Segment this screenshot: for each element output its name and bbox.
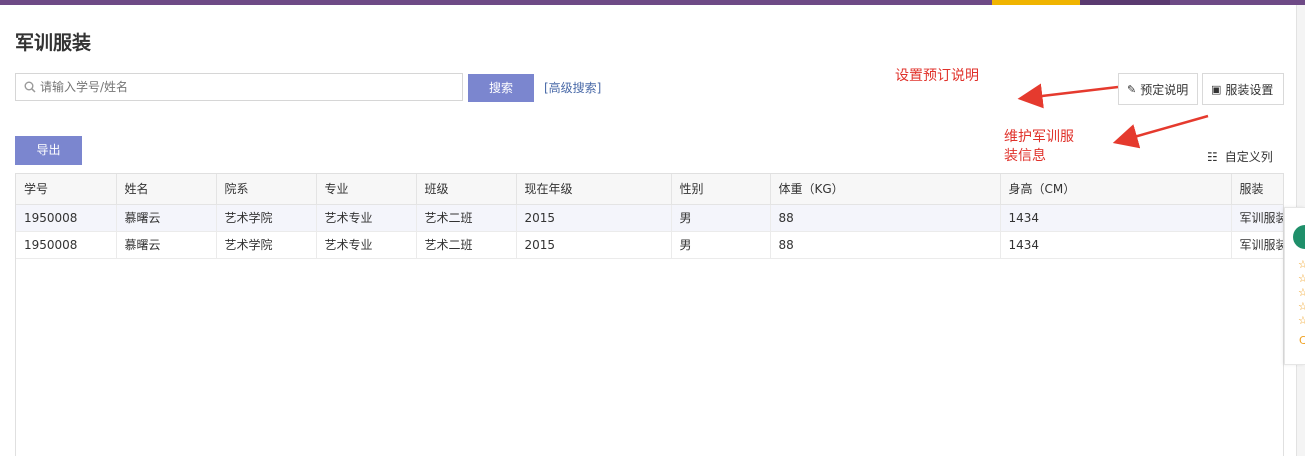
booking-description-button[interactable]: ✎ 预定说明 <box>1118 73 1198 105</box>
table-cell: 艺术专业 <box>316 204 417 232</box>
widget-letter-icon: C <box>1299 334 1305 347</box>
column-header[interactable]: 性别 <box>671 174 771 205</box>
column-header[interactable]: 院系 <box>216 174 317 205</box>
column-header[interactable]: 班级 <box>416 174 517 205</box>
column-header[interactable]: 专业 <box>316 174 417 205</box>
table-header-row: 学号 姓名 院系 专业 班级 现在年级 性别 体重（KG） 身高（CM） 服装 <box>16 174 1283 205</box>
table-cell: 2015 <box>516 204 672 232</box>
search-input[interactable] <box>40 77 450 97</box>
top-nav-bar <box>0 0 1305 5</box>
search-box[interactable] <box>15 73 463 101</box>
star-icon: ☆ <box>1298 300 1305 313</box>
table-cell: 男 <box>671 204 771 232</box>
search-icon <box>24 81 36 93</box>
star-icon: ☆ <box>1298 286 1305 299</box>
table-cell: 军训服装 <box>1231 231 1283 259</box>
column-header[interactable]: 学号 <box>16 174 117 205</box>
widget-avatar-icon <box>1293 225 1305 249</box>
columns-settings-icon: ☷ <box>1207 149 1218 164</box>
table-cell: 艺术专业 <box>316 231 417 259</box>
table-row[interactable]: 1950008 慕曙云 艺术学院 艺术专业 艺术二班 2015 男 88 143… <box>16 231 1283 259</box>
column-header[interactable]: 身高（CM） <box>1000 174 1232 205</box>
table-cell: 慕曙云 <box>116 204 217 232</box>
export-button[interactable]: 导出 <box>15 136 82 165</box>
column-header[interactable]: 服装 <box>1231 174 1283 205</box>
annotation-booking-desc: 设置预订说明 <box>895 68 979 84</box>
custom-columns-button[interactable]: ☷ 自定义列 <box>1207 148 1273 165</box>
arrow-to-clothing-settings <box>1112 114 1209 149</box>
table-cell: 1950008 <box>16 204 117 232</box>
table-cell: 1950008 <box>16 231 117 259</box>
pencil-icon: ✎ <box>1127 82 1137 96</box>
table-cell: 男 <box>671 231 771 259</box>
clothing-settings-button[interactable]: ▣ 服装设置 <box>1202 73 1284 105</box>
table-cell: 艺术二班 <box>416 204 517 232</box>
table-cell: 1434 <box>1000 204 1232 232</box>
student-table: 学号 姓名 院系 专业 班级 现在年级 性别 体重（KG） 身高（CM） 服装 … <box>15 173 1284 456</box>
top-nav-tab[interactable] <box>1080 0 1170 5</box>
custom-columns-label: 自定义列 <box>1224 150 1273 164</box>
booking-description-label: 预定说明 <box>1140 82 1189 97</box>
table-cell: 慕曙云 <box>116 231 217 259</box>
star-icon: ☆ <box>1298 258 1305 271</box>
table-cell: 艺术二班 <box>416 231 517 259</box>
advanced-search-link[interactable]: [高级搜索] <box>544 79 601 96</box>
column-header[interactable]: 现在年级 <box>516 174 672 205</box>
table-cell: 88 <box>770 204 1001 232</box>
floating-feedback-widget[interactable]: ☆ ☆ ☆ ☆ ☆ C <box>1284 207 1305 365</box>
table-cell: 军训服装 <box>1231 204 1283 232</box>
table-cell: 艺术学院 <box>216 204 317 232</box>
page-title: 军训服装 <box>15 32 92 54</box>
star-icon: ☆ <box>1298 272 1305 285</box>
table-cell: 1434 <box>1000 231 1232 259</box>
table-cell: 艺术学院 <box>216 231 317 259</box>
table-row[interactable]: 1950008 慕曙云 艺术学院 艺术专业 艺术二班 2015 男 88 143… <box>16 204 1283 232</box>
clothing-settings-label: 服装设置 <box>1225 82 1274 97</box>
arrow-to-booking-desc <box>1017 83 1119 109</box>
annotation-clothing-info: 维护军训服装信息 <box>1004 129 1074 164</box>
column-header[interactable]: 姓名 <box>116 174 217 205</box>
chart-icon: ▣ <box>1211 82 1222 96</box>
column-header[interactable]: 体重（KG） <box>770 174 1001 205</box>
table-cell: 2015 <box>516 231 672 259</box>
top-nav-active-tab[interactable] <box>992 0 1080 5</box>
table-cell: 88 <box>770 231 1001 259</box>
search-button[interactable]: 搜索 <box>468 74 534 102</box>
star-icon: ☆ <box>1298 314 1305 327</box>
